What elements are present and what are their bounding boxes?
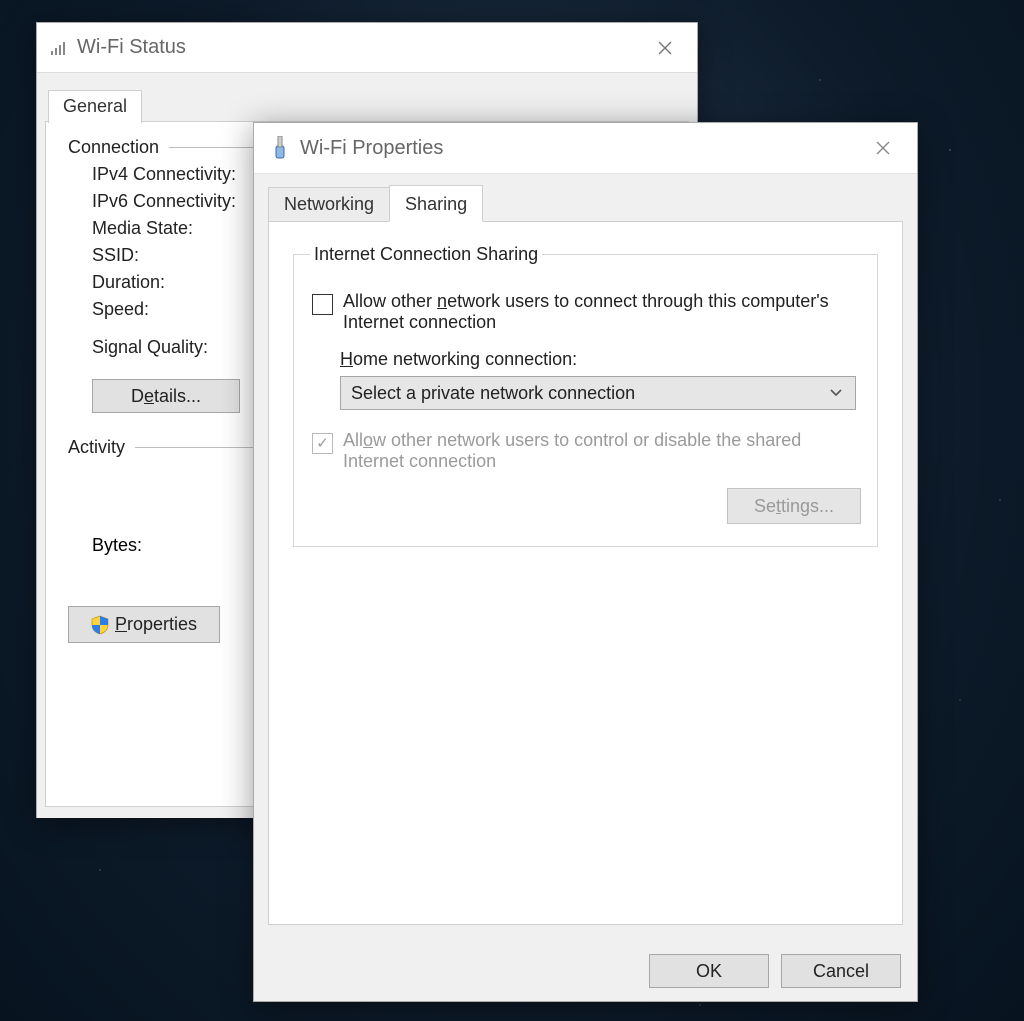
wifi-signal-icon [51,41,69,55]
ok-button[interactable]: OK [649,954,769,988]
home-networking-select[interactable]: Select a private network connection [340,376,856,410]
allow-connect-label: Allow other network users to connect thr… [343,291,843,333]
home-networking-select-value: Select a private network connection [351,383,635,404]
allow-control-checkbox [312,433,333,454]
uac-shield-icon [91,615,109,635]
details-button[interactable]: Details... [92,379,240,413]
wifi-properties-close-button[interactable] [860,133,905,163]
settings-button: Settings... [727,488,861,524]
ics-group: Internet Connection Sharing Allow other … [293,244,878,547]
sharing-sheet: Internet Connection Sharing Allow other … [268,221,903,925]
allow-control-label: Allow other network users to control or … [343,430,843,472]
wifi-properties-title: Wi-Fi Properties [300,137,443,160]
wifi-status-title: Wi-Fi Status [77,36,186,59]
activity-label: Activity [68,437,125,458]
allow-connect-row: Allow other network users to connect thr… [312,291,861,333]
wifi-properties-tabbar: Networking Sharing [268,186,903,222]
tab-networking[interactable]: Networking [268,187,390,222]
network-adapter-icon [270,136,290,160]
ics-group-title: Internet Connection Sharing [310,244,542,265]
allow-connect-checkbox[interactable] [312,294,333,315]
properties-button[interactable]: Properties [68,606,220,643]
cancel-button[interactable]: Cancel [781,954,901,988]
wifi-status-titlebar[interactable]: Wi-Fi Status [37,23,697,73]
connection-label: Connection [68,137,159,158]
tab-general[interactable]: General [48,90,142,123]
chevron-down-icon [827,384,845,402]
wifi-properties-window: Wi-Fi Properties Networking Sharing Inte… [253,122,918,1002]
allow-control-row: Allow other network users to control or … [312,430,861,472]
wifi-properties-titlebar[interactable]: Wi-Fi Properties [254,123,917,174]
wifi-properties-footer: OK Cancel [254,940,917,1002]
wifi-status-close-button[interactable] [642,33,687,63]
tab-sharing[interactable]: Sharing [389,185,483,222]
wifi-properties-body: Networking Sharing Internet Connection S… [254,174,917,940]
wifi-status-tabbar: General [37,73,697,121]
home-networking-label: Home networking connection: [340,349,861,370]
